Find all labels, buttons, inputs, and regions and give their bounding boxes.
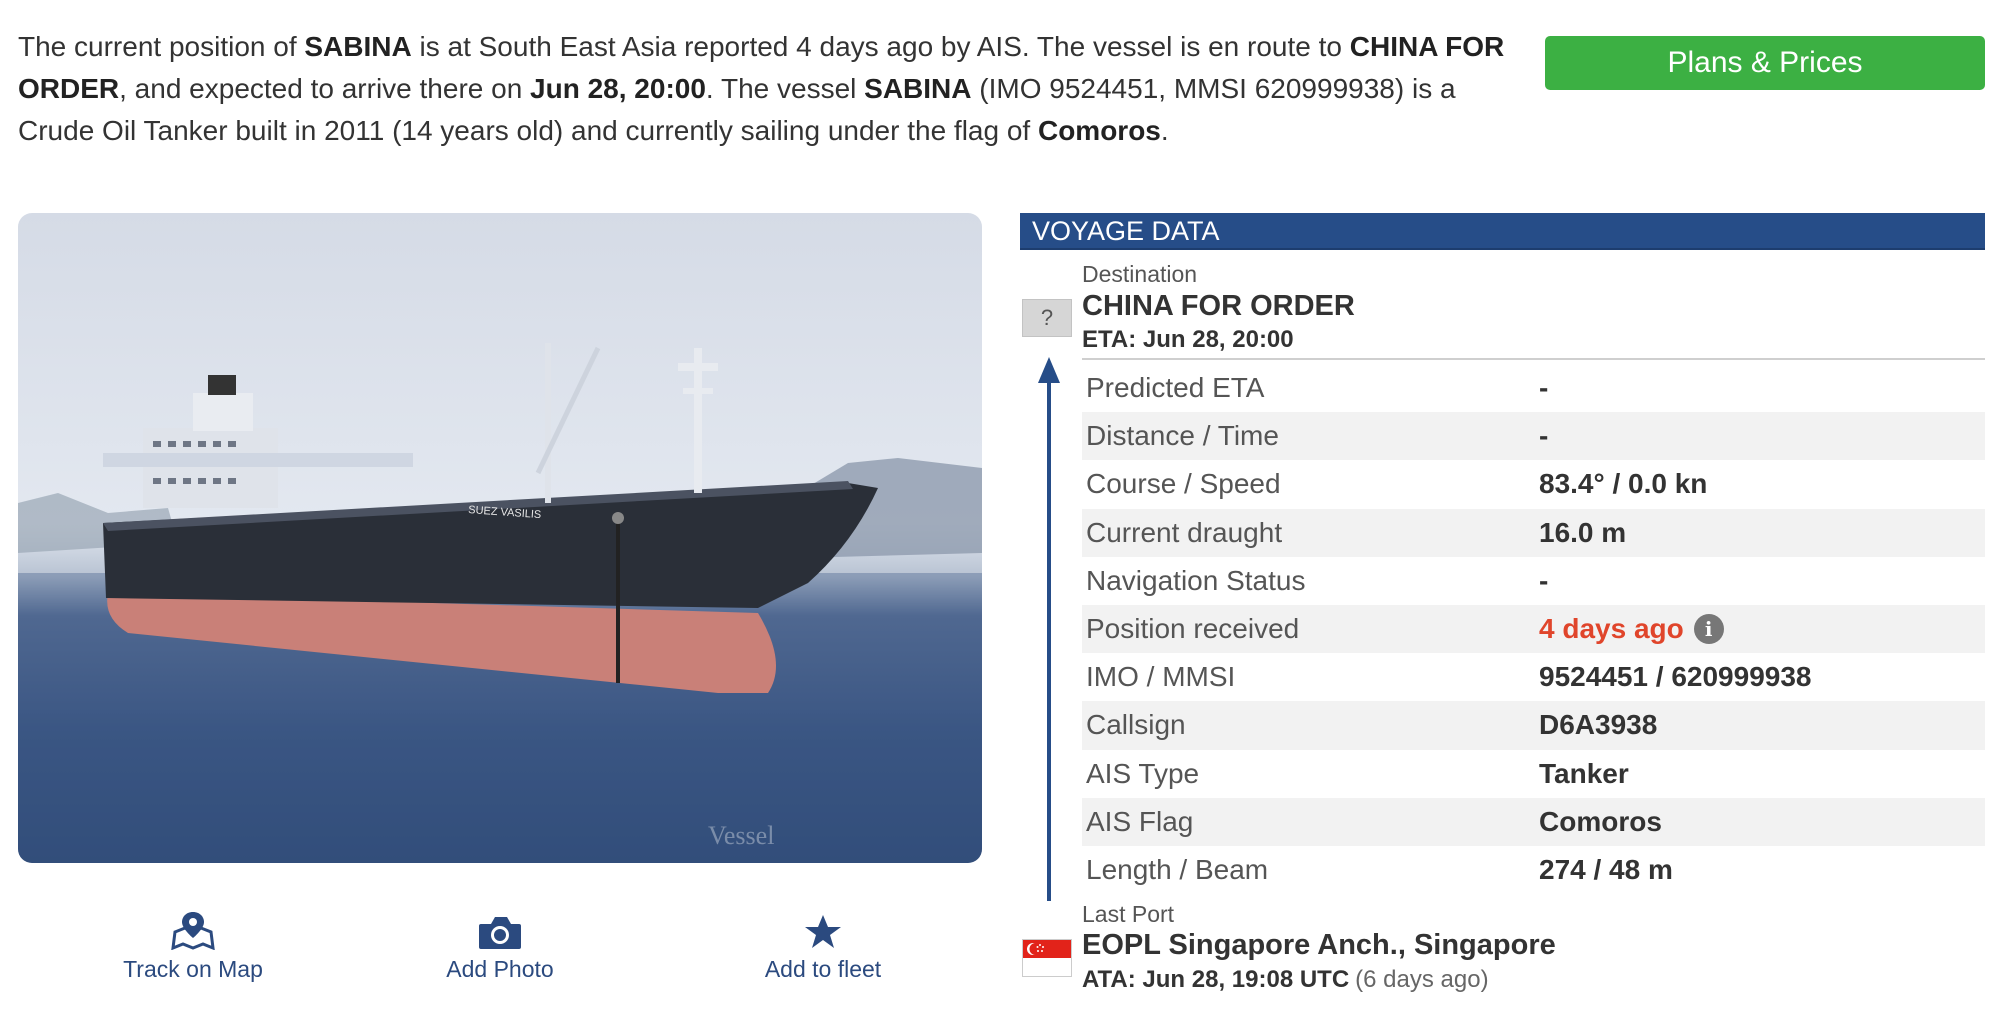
table-row: Distance / Time - [1082, 412, 1985, 461]
row-label: Predicted ETA [1086, 372, 1265, 404]
summary-text: . [1160, 115, 1169, 146]
vessel-name: SABINA [304, 31, 412, 62]
voyage-timeline [1047, 381, 1051, 901]
row-label: Callsign [1086, 709, 1186, 741]
table-row: Predicted ETA - [1082, 364, 1985, 412]
summary-text: , and expected to arrive there on [119, 73, 531, 104]
row-label: Course / Speed [1086, 468, 1281, 500]
table-row: Callsign D6A3938 [1082, 701, 1985, 750]
row-value: 274 / 48 m [1539, 853, 1673, 885]
row-label: IMO / MMSI [1086, 661, 1236, 693]
voyage-data-panel: VOYAGE DATA ? Destination CHINA FOR ORDE… [1020, 213, 1985, 993]
photo-watermark: Vessel [708, 821, 775, 850]
voyage-data-header: VOYAGE DATA [1020, 213, 1985, 250]
row-label: Navigation Status [1086, 564, 1306, 596]
table-row: Course / Speed 83.4° / 0.0 kn [1082, 460, 1985, 508]
destination-eta: ETA: Jun 28, 20:00 [1082, 326, 1294, 353]
camera-icon [385, 910, 615, 950]
row-label: Position received [1086, 613, 1300, 645]
divider [1082, 358, 1985, 360]
row-value: 83.4° / 0.0 kn [1539, 468, 1708, 500]
row-value: - [1539, 564, 1549, 596]
row-value: D6A3938 [1539, 709, 1658, 741]
row-value: Tanker [1539, 757, 1629, 789]
add-photo-button[interactable]: Add Photo [385, 910, 615, 983]
unknown-flag-icon: ? [1022, 299, 1072, 337]
row-value: 16.0 m [1539, 516, 1627, 548]
vessel-name: SABINA [864, 73, 972, 104]
summary-text: is at South East Asia reported 4 days ag… [411, 31, 1350, 62]
table-row: AIS Type Tanker [1082, 750, 1985, 798]
track-on-map-label: Track on Map [123, 956, 263, 982]
voyage-data-table: Predicted ETA - Distance / Time - Course /… [1082, 364, 1985, 894]
destination-label: Destination [1082, 261, 1198, 287]
table-row: Current draught 16.0 m [1082, 508, 1985, 557]
table-row: Navigation Status - [1082, 557, 1985, 605]
table-row: AIS Flag Comoros [1082, 797, 1985, 846]
row-label: AIS Type [1086, 757, 1200, 789]
info-icon[interactable]: i [1693, 614, 1724, 645]
add-to-fleet-label: Add to fleet [764, 956, 882, 982]
table-row: Position received 4 days ago i [1082, 604, 1985, 654]
vessel-photo[interactable]: SUEZ VASILIS Vessel [18, 213, 982, 863]
destination-name[interactable]: CHINA FOR ORDER [1082, 290, 1355, 323]
summary-eta: Jun 28, 20:00 [530, 73, 706, 104]
table-row: Length / Beam 274 / 48 m [1082, 846, 1985, 894]
summary-text: The current position of [18, 31, 305, 62]
row-label: Distance / Time [1086, 420, 1279, 452]
tanker-illustration: SUEZ VASILIS [18, 343, 982, 863]
star-icon [708, 910, 938, 950]
last-port-name[interactable]: EOPL Singapore Anch., Singapore [1082, 929, 1556, 962]
up-arrow-icon [1038, 357, 1060, 383]
last-port-label: Last Port [1082, 901, 1175, 927]
row-value: Comoros [1539, 805, 1662, 837]
row-label: Current draught [1086, 516, 1283, 548]
add-photo-label: Add Photo [446, 956, 554, 982]
row-value: 9524451 / 620999938 [1539, 661, 1812, 693]
summary-flag: Comoros [1037, 115, 1161, 146]
track-on-map-button[interactable]: Track on Map [78, 910, 308, 983]
last-port-ata-time: ATA: Jun 28, 19:08 UTC [1082, 966, 1350, 993]
singapore-flag-icon [1022, 939, 1072, 977]
row-value: - [1539, 420, 1549, 452]
row-value: 4 days ago [1539, 613, 1684, 645]
vessel-summary: The current position of SABINA is at Sou… [18, 26, 1508, 152]
last-port-ata-relative: (6 days ago) [1355, 966, 1489, 993]
row-label: AIS Flag [1086, 805, 1194, 837]
row-label: Length / Beam [1086, 853, 1269, 885]
position-received-value: 4 days ago i [1539, 613, 1724, 645]
row-value: - [1539, 372, 1549, 404]
last-port-ata: ATA: Jun 28, 19:08 UTC (6 days ago) [1082, 966, 1489, 994]
summary-text: . The vessel [705, 73, 865, 104]
table-row: IMO / MMSI 9524451 / 620999938 [1082, 653, 1985, 701]
add-to-fleet-button[interactable]: Add to fleet [708, 910, 938, 983]
map-pin-icon [78, 910, 308, 950]
plans-prices-button[interactable]: Plans & Prices [1545, 36, 1985, 90]
